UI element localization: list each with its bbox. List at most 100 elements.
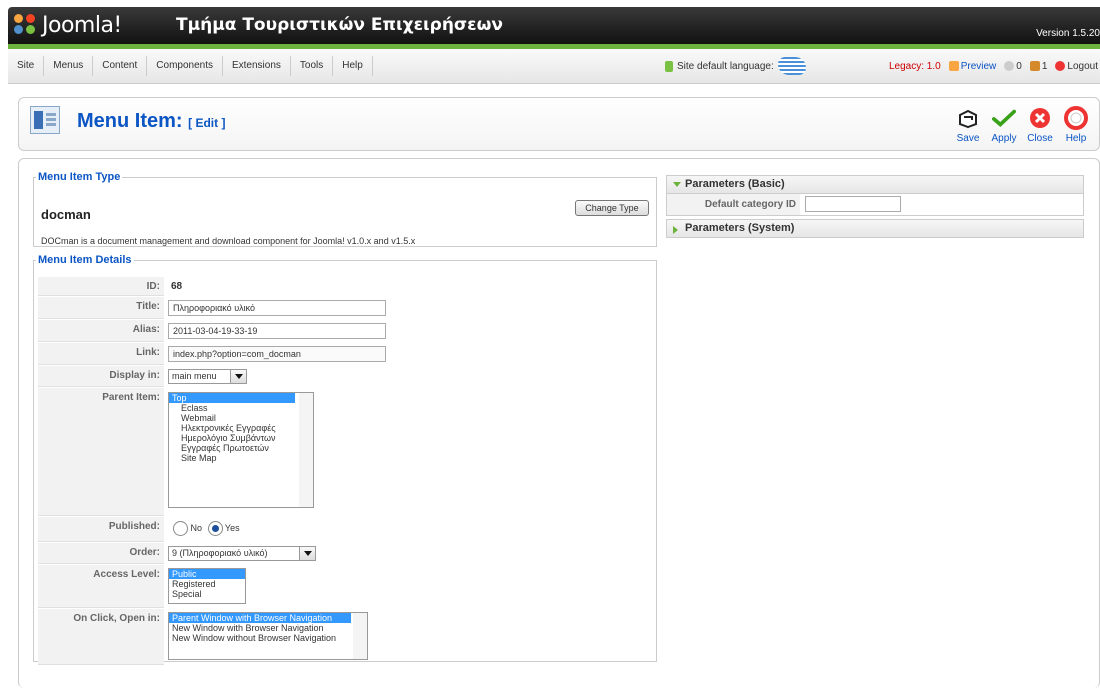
- menu-item-details-section: Menu Item Details ID: 68 Title: Πληροφορ…: [33, 254, 657, 665]
- published-no-label: No: [190, 522, 203, 533]
- page-title: Menu Item: [ Edit ]: [77, 110, 225, 133]
- onclick-option-parent[interactable]: Parent Window with Browser Navigation: [169, 613, 351, 623]
- order-select[interactable]: 9 (Πληροφοριακό υλικό): [168, 546, 316, 561]
- messages-icon: [1004, 60, 1015, 71]
- save-label: Save: [956, 133, 980, 144]
- menu-content[interactable]: Content: [93, 56, 148, 76]
- page-title-text: Menu Item:: [77, 110, 183, 132]
- parent-item-label: Parent Item:: [38, 388, 164, 516]
- parent-option-sitemap[interactable]: Site Map: [169, 453, 313, 463]
- collapsed-arrow-icon: [673, 226, 678, 234]
- id-value: 68: [171, 281, 183, 292]
- menu-extensions[interactable]: Extensions: [223, 56, 291, 76]
- parent-listbox-scrollbar[interactable]: [299, 393, 313, 507]
- published-yes-radio[interactable]: [207, 521, 223, 536]
- published-label: Published:: [38, 517, 164, 542]
- version-label: Version 1.5.20: [1036, 28, 1100, 39]
- language-icon: [665, 60, 673, 72]
- menubar: Site Menus Content Components Extensions…: [8, 49, 1100, 84]
- access-level-listbox[interactable]: Public Registered Special: [168, 568, 246, 604]
- help-button[interactable]: Help: [1059, 106, 1093, 144]
- parameters-system-header[interactable]: Parameters (System): [666, 219, 1084, 238]
- save-button[interactable]: Save: [951, 106, 985, 144]
- site-title: Τμήμα Τουριστικών Επιχειρήσεων: [176, 15, 503, 35]
- close-label: Close: [1027, 133, 1053, 144]
- chevron-down-icon[interactable]: [299, 547, 315, 560]
- parent-item-row: Parent Item: Top Eclass Webmail Ηλεκτρον…: [38, 388, 650, 516]
- display-in-select[interactable]: main menu: [168, 369, 247, 384]
- access-level-row: Access Level: Public Registered Special: [38, 565, 650, 608]
- menu-item-details-legend: Menu Item Details: [38, 254, 132, 266]
- messages-count[interactable]: 0: [1004, 61, 1022, 72]
- language-label: Site default language:: [677, 60, 774, 72]
- joomla-logo-text: Joomla!: [42, 12, 122, 38]
- legacy-label: Legacy: 1.0: [888, 60, 941, 72]
- published-radio-group: No Yes: [173, 521, 240, 536]
- admin-header: Joomla! Τμήμα Τουριστικών Επιχειρήσεων V…: [8, 7, 1100, 44]
- menu-menus[interactable]: Menus: [44, 56, 94, 76]
- parent-option-registrations[interactable]: Ηλεκτρονικές Εγγραφές: [169, 423, 313, 433]
- parent-option-events-calendar[interactable]: Ημερολόγιο Συμβάντων: [169, 433, 313, 443]
- link-input[interactable]: index.php?option=com_docman: [168, 346, 386, 362]
- display-in-row: Display in: main menu: [38, 366, 650, 387]
- parameters-basic-header[interactable]: Parameters (Basic): [666, 175, 1084, 194]
- on-click-listbox[interactable]: Parent Window with Browser Navigation Ne…: [168, 612, 368, 660]
- id-row: ID: 68: [38, 277, 650, 296]
- parent-option-webmail[interactable]: Webmail: [169, 413, 313, 423]
- parent-option-top[interactable]: Top: [169, 393, 295, 403]
- title-label: Title:: [38, 297, 164, 319]
- menu-item-type-legend: Menu Item Type: [38, 171, 121, 183]
- onclick-listbox-scrollbar[interactable]: [353, 613, 367, 659]
- alias-row: Alias: 2011-03-04-19-33-19: [38, 320, 650, 342]
- order-label: Order:: [38, 543, 164, 564]
- change-type-button[interactable]: Change Type: [575, 200, 649, 216]
- default-category-label: Default category ID: [667, 194, 800, 215]
- preview-label[interactable]: Preview: [961, 61, 997, 72]
- on-click-row: On Click, Open in: Parent Window with Br…: [38, 609, 650, 665]
- language-status: Site default language:: [665, 49, 806, 83]
- published-no-radio[interactable]: [173, 521, 188, 536]
- chevron-down-icon[interactable]: [230, 370, 246, 383]
- onclick-option-new-no-nav[interactable]: New Window without Browser Navigation: [169, 633, 367, 643]
- on-click-label: On Click, Open in:: [38, 609, 164, 665]
- title-input[interactable]: Πληροφοριακό υλικό: [168, 300, 386, 316]
- menu-components[interactable]: Components: [147, 56, 223, 76]
- display-in-label: Display in:: [38, 366, 164, 387]
- menu-item-type-name: docman: [41, 207, 91, 222]
- logout-label[interactable]: Logout: [1067, 61, 1098, 72]
- checkmark-icon: [992, 106, 1016, 130]
- menu-site[interactable]: Site: [8, 56, 45, 76]
- users-online[interactable]: 1: [1029, 61, 1047, 72]
- parent-option-freshmen[interactable]: Εγγραφές Πρωτοετών: [169, 443, 313, 453]
- logout-link[interactable]: Logout: [1055, 61, 1098, 72]
- default-category-input[interactable]: [805, 196, 901, 212]
- parameters-basic-title: Parameters (Basic): [685, 178, 785, 190]
- lifebuoy-icon: [1064, 106, 1088, 130]
- close-button[interactable]: Close: [1023, 106, 1057, 144]
- access-option-registered[interactable]: Registered: [169, 579, 245, 589]
- apply-label: Apply: [991, 133, 1017, 144]
- apply-button[interactable]: Apply: [987, 106, 1021, 144]
- parameters-basic-body: Default category ID: [666, 194, 1084, 216]
- close-icon: [1028, 106, 1052, 130]
- status-links: Legacy: 1.0 Preview 0 1 Logout: [889, 49, 1098, 83]
- menu-help[interactable]: Help: [333, 56, 373, 76]
- save-icon: [956, 106, 980, 130]
- access-option-special[interactable]: Special: [169, 589, 245, 599]
- parent-option-eclass[interactable]: Eclass: [169, 403, 313, 413]
- parent-item-listbox[interactable]: Top Eclass Webmail Ηλεκτρονικές Εγγραφές…: [168, 392, 314, 508]
- onclick-option-new-nav[interactable]: New Window with Browser Navigation: [169, 623, 367, 633]
- title-row: Title: Πληροφοριακό υλικό: [38, 297, 650, 319]
- messages-value: 0: [1016, 60, 1022, 72]
- page-subtitle: [ Edit ]: [188, 116, 226, 130]
- preview-icon: [948, 60, 959, 71]
- logout-icon: [1055, 60, 1066, 71]
- access-option-public[interactable]: Public: [169, 569, 245, 579]
- alias-input[interactable]: 2011-03-04-19-33-19: [168, 323, 386, 339]
- preview-link[interactable]: Preview: [948, 60, 997, 72]
- toolbar-buttons: Save Apply Close Help: [951, 106, 1093, 144]
- id-label: ID:: [38, 277, 164, 296]
- parameters-panel: Parameters (Basic) Default category ID P…: [666, 175, 1084, 238]
- help-label: Help: [1065, 133, 1087, 144]
- menu-tools[interactable]: Tools: [291, 56, 334, 76]
